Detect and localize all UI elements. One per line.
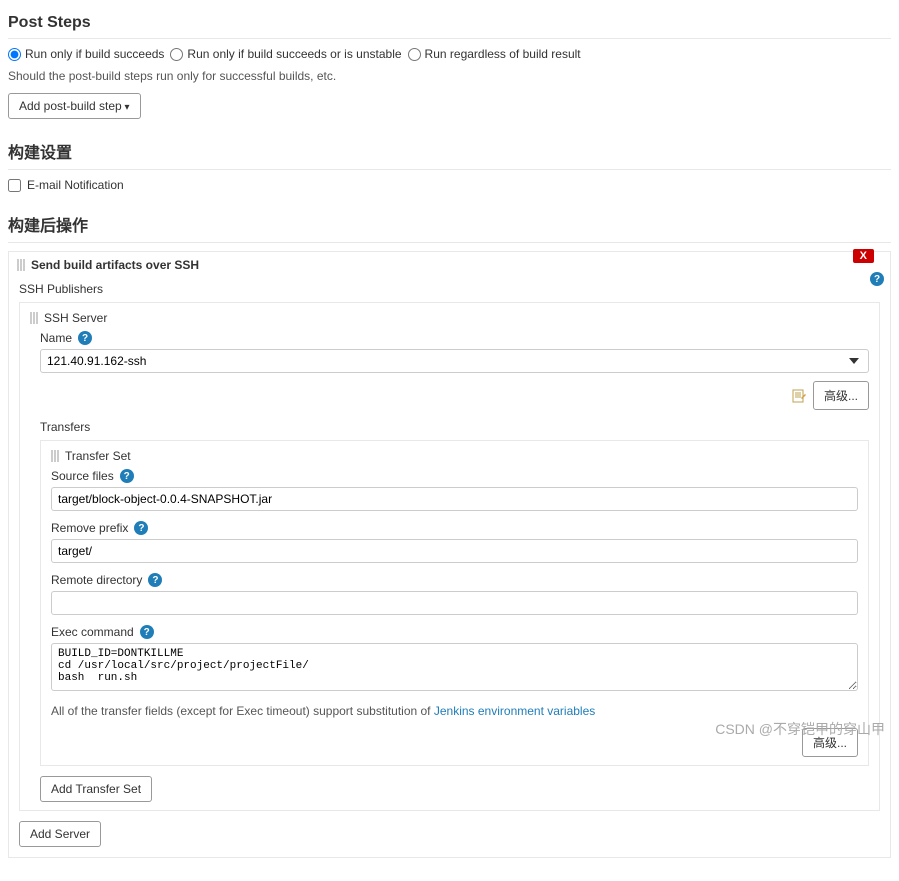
exec-command-textarea[interactable]: BUILD_ID=DONTKILLME cd /usr/local/src/pr… — [51, 643, 858, 691]
transfers-title: Transfers — [40, 420, 869, 434]
email-notification-label: E-mail Notification — [27, 178, 124, 192]
radio-regardless-input[interactable] — [408, 48, 421, 61]
radio-success-unstable-label: Run only if build succeeds or is unstabl… — [187, 47, 401, 61]
notepad-icon — [791, 388, 807, 404]
ssh-server-area: SSH Server Name ? 121.40.91.162-ssh — [19, 302, 880, 811]
build-settings-section: 构建设置 E-mail Notification — [8, 133, 891, 192]
radio-success-only-input[interactable] — [8, 48, 21, 61]
jenkins-env-vars-link[interactable]: Jenkins environment variables — [434, 704, 595, 718]
add-post-build-step-button[interactable]: Add post-build step — [8, 93, 141, 119]
remove-prefix-input[interactable] — [51, 539, 858, 563]
radio-regardless[interactable]: Run regardless of build result — [408, 47, 581, 61]
ssh-server-advanced-row: 高级... — [40, 381, 869, 410]
transfer-set-area: Transfer Set Source files ? — [40, 440, 869, 766]
drag-handle-icon[interactable] — [51, 450, 59, 462]
transfer-set-label: Transfer Set — [65, 449, 131, 463]
email-notification-row[interactable]: E-mail Notification — [8, 178, 891, 192]
post-steps-radio-row: Run only if build succeeds Run only if b… — [8, 47, 891, 61]
publisher-title: Send build artifacts over SSH — [31, 258, 199, 272]
post-steps-title: Post Steps — [8, 8, 891, 39]
source-files-label: Source files — [51, 469, 114, 483]
ssh-server-name-select[interactable]: 121.40.91.162-ssh — [40, 349, 869, 373]
help-icon[interactable]: ? — [120, 469, 134, 483]
post-steps-section: Post Steps Run only if build succeeds Ru… — [8, 8, 891, 119]
transfer-advanced-button[interactable]: 高级... — [802, 728, 858, 757]
publisher-header: Send build artifacts over SSH — [9, 252, 890, 278]
radio-regardless-label: Run regardless of build result — [425, 47, 581, 61]
radio-success-unstable-input[interactable] — [170, 48, 183, 61]
transfer-hint: All of the transfer fields (except for E… — [51, 704, 858, 718]
help-icon[interactable]: ? — [140, 625, 154, 639]
ssh-name-label-row: Name ? — [40, 331, 869, 345]
remote-directory-input[interactable] — [51, 591, 858, 615]
ssh-publishers-label: SSH Publishers — [19, 282, 880, 296]
add-server-button[interactable]: Add Server — [19, 821, 101, 847]
post-build-actions-section: 构建后操作 X ? Send build artifacts over SSH … — [8, 206, 891, 858]
drag-handle-icon[interactable] — [30, 312, 38, 324]
ssh-publisher-block: X ? Send build artifacts over SSH SSH Pu… — [8, 251, 891, 858]
source-files-input[interactable] — [51, 487, 858, 511]
add-transfer-set-button[interactable]: Add Transfer Set — [40, 776, 152, 802]
radio-success-only-label: Run only if build succeeds — [25, 47, 164, 61]
ssh-name-label: Name — [40, 331, 72, 345]
radio-success-only[interactable]: Run only if build succeeds — [8, 47, 164, 61]
transfers-area: Transfers Transfer Set Source files ? — [40, 420, 869, 802]
drag-handle-icon[interactable] — [17, 259, 25, 271]
remove-prefix-label: Remove prefix — [51, 521, 128, 535]
ssh-server-title: SSH Server — [44, 311, 107, 325]
exec-command-label: Exec command — [51, 625, 134, 639]
post-build-actions-title: 构建后操作 — [8, 206, 891, 243]
remote-directory-label: Remote directory — [51, 573, 142, 587]
post-steps-help-text: Should the post-build steps run only for… — [8, 69, 891, 83]
ssh-server-advanced-button[interactable]: 高级... — [813, 381, 869, 410]
email-notification-checkbox[interactable] — [8, 179, 21, 192]
build-settings-title: 构建设置 — [8, 133, 891, 170]
help-icon[interactable]: ? — [134, 521, 148, 535]
hint-prefix: All of the transfer fields (except for E… — [51, 704, 434, 718]
help-icon[interactable]: ? — [148, 573, 162, 587]
ssh-publishers-section: SSH Publishers SSH Server Name ? 121.40.… — [9, 278, 890, 857]
radio-success-unstable[interactable]: Run only if build succeeds or is unstabl… — [170, 47, 401, 61]
help-icon[interactable]: ? — [78, 331, 92, 345]
